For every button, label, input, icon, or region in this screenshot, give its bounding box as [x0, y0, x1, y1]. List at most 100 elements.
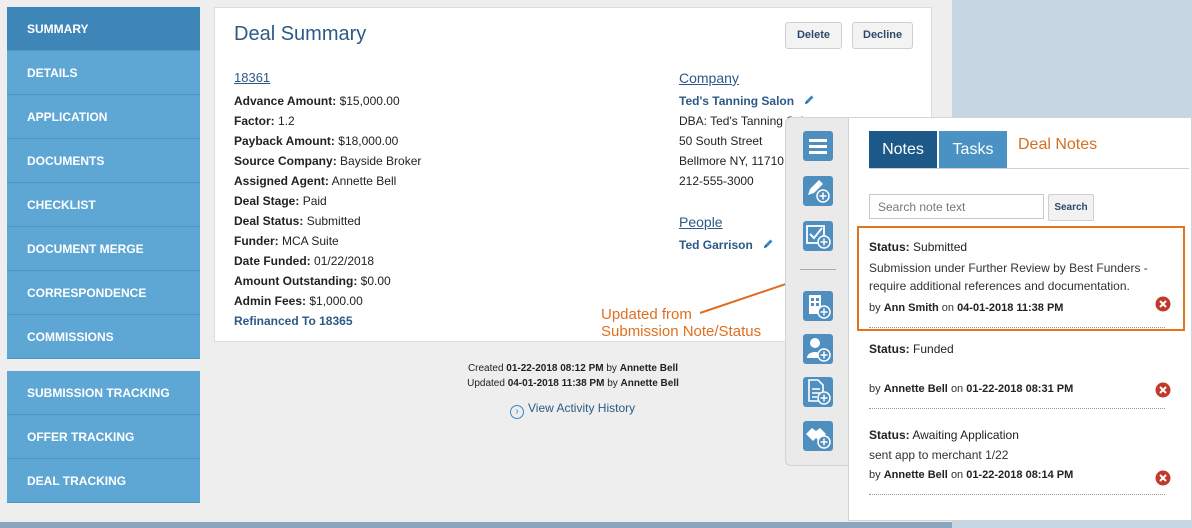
tab-notes[interactable]: Notes: [869, 131, 937, 168]
sidebar-item-checklist[interactable]: CHECKLIST: [7, 183, 200, 227]
created-by-word: by: [606, 363, 617, 374]
note-item: Status: Funded by Annette Bell on 01-22-…: [869, 340, 1171, 409]
company-heading-link[interactable]: Company: [679, 70, 739, 86]
field-value: Submitted: [306, 214, 361, 228]
annotation-line-2: Submission Note/Status: [601, 323, 762, 340]
annotation-text: Updated from Submission Note/Status: [601, 306, 761, 340]
field-admin-fees: Admin Fees: $1,000.00: [234, 294, 421, 314]
field-assigned-agent: Assigned Agent: Annette Bell: [234, 174, 421, 194]
sidebar-item-deal-tracking[interactable]: DEAL TRACKING: [7, 459, 200, 503]
field-factor: Factor: 1.2: [234, 114, 421, 134]
note-author: Annette Bell: [883, 383, 948, 395]
note-status: Status: Awaiting Application: [869, 426, 1165, 444]
person-row: Ted Garrison: [679, 238, 774, 253]
company-name[interactable]: Ted's Tanning Salon: [679, 94, 794, 108]
sidebar-item-summary[interactable]: SUMMARY: [7, 7, 200, 51]
search-input[interactable]: [869, 194, 1044, 219]
updated-date: 04-01-2018 11:38 PM: [507, 378, 605, 389]
status-value: Awaiting Application: [912, 428, 1019, 442]
note-text: sent app to merchant 1/22: [869, 448, 1009, 462]
view-activity-history-link[interactable]: › View Activity History: [510, 401, 635, 419]
by-word: by: [869, 383, 881, 395]
field-label: Deal Status:: [234, 214, 304, 228]
note-divider: [869, 494, 1165, 495]
chevron-right-icon: ›: [510, 405, 524, 419]
field-value: 01/22/2018: [314, 254, 375, 268]
pencil-icon[interactable]: [762, 238, 774, 253]
annotation-line-1: Updated from: [601, 306, 692, 323]
activity-link-label: View Activity History: [528, 401, 636, 415]
delete-note-icon[interactable]: [1155, 382, 1171, 398]
notes-toolbar: [785, 117, 849, 466]
field-date-funded: Date Funded: 01/22/2018: [234, 254, 421, 274]
refinanced-link[interactable]: Refinanced To 18365: [234, 314, 421, 334]
sidebar-item-documents[interactable]: DOCUMENTS: [7, 139, 200, 183]
field-payback-amount: Payback Amount: $18,000.00: [234, 134, 421, 154]
status-value: Funded: [913, 342, 954, 356]
created-prefix: Created: [467, 363, 504, 374]
sidebar-item-submission-tracking[interactable]: SUBMISSION TRACKING: [7, 371, 200, 415]
field-label: Payback Amount:: [234, 134, 335, 148]
note-author: Annette Bell: [883, 469, 948, 481]
field-value: $1,000.00: [309, 294, 363, 308]
field-value: $15,000.00: [339, 94, 400, 108]
field-value: Bayside Broker: [340, 154, 422, 168]
add-deal-icon[interactable]: [802, 420, 834, 452]
search-button[interactable]: Search: [1048, 194, 1094, 221]
field-value: Annette Bell: [331, 174, 397, 188]
sidebar-item-commissions[interactable]: COMMISSIONS: [7, 315, 200, 359]
field-label: Advance Amount:: [234, 94, 337, 108]
note-status: Status: Funded: [869, 340, 1165, 358]
sidebar-item-details[interactable]: DETAILS: [7, 51, 200, 95]
field-label: Assigned Agent:: [234, 174, 329, 188]
people-heading-link[interactable]: People: [679, 214, 723, 230]
add-document-icon[interactable]: [802, 376, 834, 408]
sidebar-item-offer-tracking[interactable]: OFFER TRACKING: [7, 415, 200, 459]
created-by: Annette Bell: [619, 363, 679, 374]
add-note-icon[interactable]: [802, 175, 834, 207]
person-name[interactable]: Ted Garrison: [679, 238, 753, 252]
field-value: 1.2: [278, 114, 295, 128]
sidebar: SUMMARY DETAILS APPLICATION DOCUMENTS CH…: [7, 7, 200, 503]
on-word: on: [950, 469, 964, 481]
tab-divider: [869, 168, 1189, 169]
field-value: $18,000.00: [338, 134, 399, 148]
deal-id-link[interactable]: 18361: [234, 70, 270, 85]
bottom-border: [0, 522, 952, 528]
add-company-icon[interactable]: [802, 290, 834, 322]
sidebar-item-document-merge[interactable]: DOCUMENT MERGE: [7, 227, 200, 271]
tab-tasks[interactable]: Tasks: [939, 131, 1007, 168]
updated-by: Annette Bell: [620, 378, 679, 389]
toolbar-divider: [800, 269, 836, 270]
field-label: Funder:: [234, 234, 279, 248]
note-date: 01-22-2018 08:31 PM: [966, 383, 1074, 395]
field-value: MCA Suite: [282, 234, 339, 248]
note-date: 01-22-2018 08:14 PM: [966, 469, 1074, 481]
field-deal-stage: Deal Stage: Paid: [234, 194, 421, 214]
pencil-icon[interactable]: [803, 94, 815, 109]
sidebar-item-correspondence[interactable]: CORRESPONDENCE: [7, 271, 200, 315]
company-name-row: Ted's Tanning Salon: [679, 94, 817, 114]
field-deal-status: Deal Status: Submitted: [234, 214, 421, 234]
field-label: Source Company:: [234, 154, 337, 168]
sidebar-item-application[interactable]: APPLICATION: [7, 95, 200, 139]
note-byline: by Annette Bell on 01-22-2018 08:14 PM: [869, 466, 1165, 484]
note-item: Status: Awaiting Application sent app to…: [869, 426, 1171, 495]
updated-prefix: Updated: [467, 378, 505, 389]
menu-icon[interactable]: [802, 130, 834, 162]
status-label: Status:: [869, 428, 910, 442]
decline-button[interactable]: Decline: [852, 22, 913, 49]
sidebar-nav-primary: SUMMARY DETAILS APPLICATION DOCUMENTS CH…: [7, 7, 200, 359]
field-advance-amount: Advance Amount: $15,000.00: [234, 94, 421, 114]
panel-title: Deal Notes: [1018, 136, 1098, 153]
field-source-company: Source Company: Bayside Broker: [234, 154, 421, 174]
field-label: Admin Fees:: [234, 294, 307, 308]
by-word: by: [869, 469, 881, 481]
created-date: 01-22-2018 08:12 PM: [506, 363, 604, 374]
add-task-icon[interactable]: [802, 220, 834, 252]
delete-note-icon[interactable]: [1155, 470, 1171, 486]
delete-button[interactable]: Delete: [785, 22, 842, 49]
add-person-icon[interactable]: [802, 333, 834, 365]
field-label: Factor:: [234, 114, 275, 128]
annotation-highlight-box: [857, 226, 1185, 331]
